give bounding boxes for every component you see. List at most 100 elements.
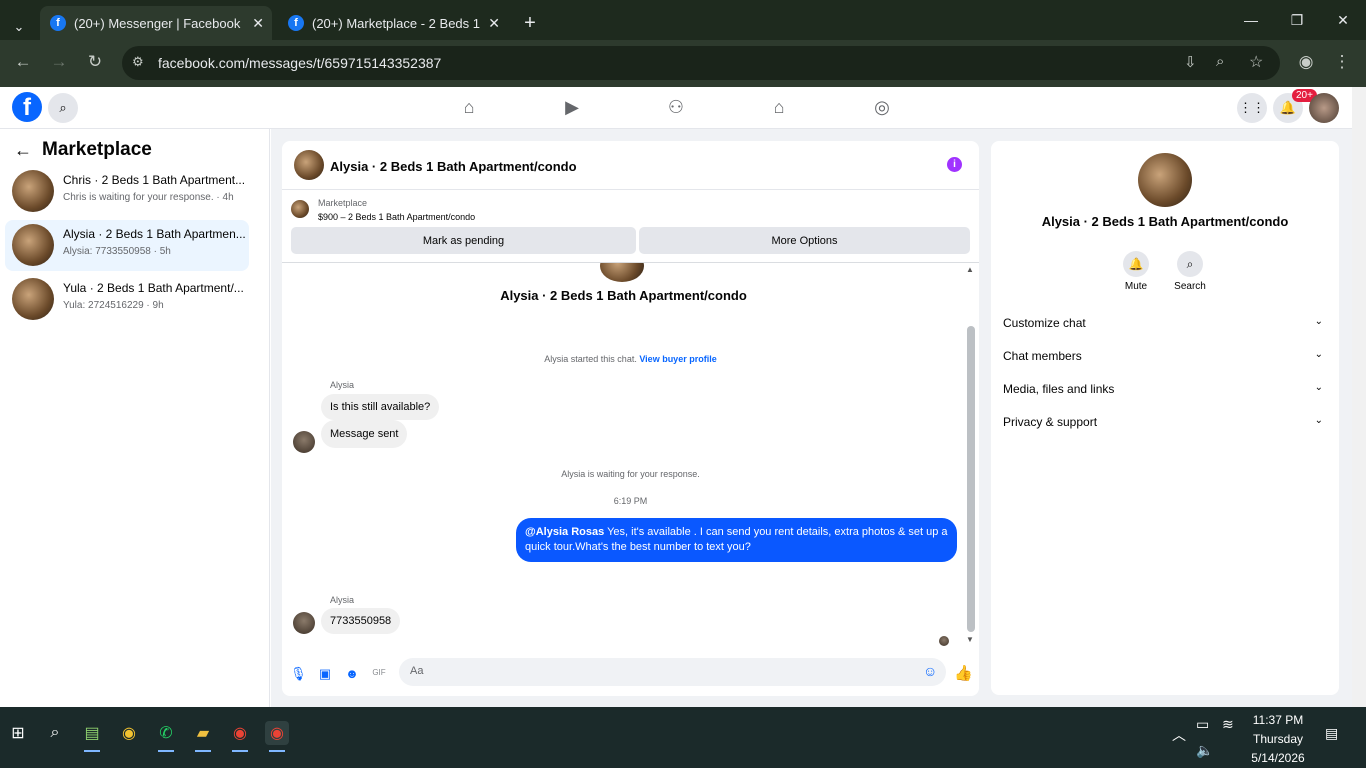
privacy-support-section[interactable]: Privacy & support ⌄ bbox=[1003, 415, 1327, 435]
conversation-title: Alysia · 2 Beds 1 Bath Apartmen... bbox=[63, 227, 246, 241]
search-label: Search bbox=[1174, 281, 1206, 292]
omnibox[interactable]: ⚙ facebook.com/messages/t/65971514335238… bbox=[122, 46, 1280, 80]
conversation-title: Chris · 2 Beds 1 Bath Apartment... bbox=[63, 173, 246, 187]
site-info-icon[interactable]: ⚙ bbox=[132, 54, 144, 70]
clock-date: 5/14/2026 bbox=[1251, 751, 1305, 765]
listing-thumbnail bbox=[600, 263, 644, 282]
chat-panel: Alysia · 2 Beds 1 Bath Apartment/condo i… bbox=[282, 141, 979, 696]
volume-icon[interactable]: 🔈 bbox=[1196, 742, 1213, 759]
conversation-item-selected[interactable]: Alysia · 2 Beds 1 Bath Apartmen... Alysi… bbox=[5, 220, 249, 271]
chat-title[interactable]: Alysia · 2 Beds 1 Bath Apartment/condo bbox=[330, 159, 577, 174]
battery-icon[interactable]: ▭ bbox=[1196, 716, 1209, 733]
back-icon[interactable]: ← bbox=[11, 52, 35, 72]
listing-thumbnail bbox=[1138, 153, 1192, 207]
conversation-item[interactable]: Yula · 2 Beds 1 Bath Apartment/... Yula:… bbox=[5, 274, 249, 325]
menu-grid-icon[interactable]: ⋮⋮ bbox=[1237, 93, 1267, 123]
more-options-button[interactable]: More Options bbox=[639, 227, 970, 254]
chevron-down-icon: ⌄ bbox=[1314, 316, 1323, 327]
chevron-down-icon: ⌄ bbox=[1314, 349, 1323, 360]
view-buyer-profile-link[interactable]: View buyer profile bbox=[639, 354, 716, 364]
sender-avatar[interactable] bbox=[293, 612, 315, 634]
url-text[interactable]: facebook.com/messages/t/659715143352387 bbox=[158, 55, 441, 71]
sticker-icon[interactable]: ☻ bbox=[344, 666, 360, 681]
friends-icon[interactable]: ⚇ bbox=[666, 97, 686, 117]
groups-icon[interactable]: ◎ bbox=[872, 97, 892, 117]
page-scrollbar[interactable] bbox=[1352, 87, 1366, 707]
restore-button[interactable]: ❐ bbox=[1274, 0, 1320, 40]
microphone-icon[interactable]: 🎙 bbox=[290, 666, 307, 682]
video-icon[interactable]: ▶ bbox=[562, 97, 582, 117]
zoom-icon[interactable]: ⌕ bbox=[1216, 53, 1224, 70]
profile-icon[interactable]: ◉ bbox=[1294, 52, 1318, 72]
info-icon[interactable]: i bbox=[947, 157, 962, 172]
taskbar-clock[interactable]: 11:37 PM Thursday 5/14/2026 bbox=[1228, 711, 1328, 768]
new-tab-button[interactable]: + bbox=[516, 6, 544, 40]
close-tab-icon[interactable]: ✕ bbox=[488, 15, 500, 32]
windows-start-icon[interactable]: ⊞ bbox=[6, 721, 30, 745]
whatsapp-icon[interactable]: ✆ bbox=[154, 721, 178, 752]
facebook-logo[interactable]: f bbox=[12, 92, 42, 122]
chat-started-text: Alysia started this chat. bbox=[544, 354, 637, 364]
outgoing-message[interactable]: @Alysia Rosas Yes, it's available . I ca… bbox=[516, 518, 957, 562]
windows-taskbar: ⊞ ⌕ ▤ ◉ ✆ ▰ ◉ ◉ ︿ ▭ ≋ 🔈 11:37 PM Thursda… bbox=[0, 707, 1366, 768]
scrollbar-thumb[interactable] bbox=[967, 326, 975, 632]
browser-menu-icon[interactable]: ⋮ bbox=[1330, 52, 1354, 72]
incoming-message[interactable]: 7733550958 bbox=[321, 608, 401, 634]
tab-title: (20+) Marketplace - 2 Beds 1 Ba bbox=[312, 15, 482, 31]
scroll-up-icon[interactable]: ▲ bbox=[966, 265, 974, 274]
reload-icon[interactable]: ↻ bbox=[83, 52, 107, 72]
scroll-down-icon[interactable]: ▼ bbox=[966, 635, 974, 644]
photo-icon[interactable]: ▣ bbox=[317, 666, 333, 682]
show-hidden-icons-icon[interactable]: ︿ bbox=[1172, 725, 1186, 745]
incoming-message[interactable]: Message sent bbox=[321, 420, 408, 448]
customize-chat-section[interactable]: Customize chat ⌄ bbox=[1003, 316, 1327, 336]
notepad-icon[interactable]: ▤ bbox=[80, 721, 104, 752]
forward-icon[interactable]: → bbox=[47, 52, 71, 72]
chrome-active-icon[interactable]: ◉ bbox=[265, 721, 289, 752]
chrome-icon[interactable]: ◉ bbox=[228, 721, 252, 752]
tab-search-dropdown-icon[interactable]: ⌄ bbox=[8, 10, 30, 44]
bookmark-star-icon[interactable]: ☆ bbox=[1249, 52, 1263, 72]
chat-header: Alysia · 2 Beds 1 Bath Apartment/condo i bbox=[282, 141, 979, 190]
sender-name: Alysia bbox=[330, 595, 355, 605]
marketplace-icon[interactable]: ⌂ bbox=[769, 97, 789, 117]
conversation-title: Yula · 2 Beds 1 Bath Apartment/... bbox=[63, 281, 244, 295]
emoji-icon[interactable]: ☺ bbox=[923, 663, 937, 679]
file-explorer-icon[interactable]: ▰ bbox=[191, 721, 215, 752]
conversation-subtitle: Yula: 2724516229 · 9h bbox=[63, 300, 164, 311]
tab-messenger[interactable]: f (20+) Messenger | Facebook ✕ bbox=[40, 6, 272, 40]
account-avatar[interactable] bbox=[1309, 93, 1339, 123]
chat-started-notice: Alysia started this chat. View buyer pro… bbox=[282, 354, 979, 364]
chat-members-section[interactable]: Chat members ⌄ bbox=[1003, 349, 1327, 369]
home-icon[interactable]: ⌂ bbox=[459, 97, 479, 117]
sender-avatar[interactable] bbox=[293, 431, 315, 453]
search-icon[interactable]: ⌕ bbox=[48, 93, 78, 123]
notification-center-icon[interactable]: ▤ bbox=[1325, 725, 1338, 742]
section-label: Privacy & support bbox=[1003, 415, 1098, 429]
back-arrow-icon[interactable]: ← bbox=[14, 140, 32, 161]
minimize-button[interactable]: — bbox=[1228, 0, 1274, 40]
listing-price-title[interactable]: $900 – 2 Beds 1 Bath Apartment/condo bbox=[318, 212, 475, 222]
like-thumb-icon[interactable]: 👍 bbox=[954, 664, 973, 682]
close-window-button[interactable]: ✕ bbox=[1320, 0, 1366, 40]
clock-day: Thursday bbox=[1252, 732, 1304, 746]
message-scrollbar[interactable]: ▲ ▼ bbox=[965, 265, 977, 644]
search-icon[interactable]: ⌕ bbox=[43, 721, 67, 745]
gif-icon[interactable]: GIF bbox=[371, 668, 387, 677]
mark-as-pending-button[interactable]: Mark as pending bbox=[291, 227, 636, 254]
tab-marketplace[interactable]: f (20+) Marketplace - 2 Beds 1 Ba ✕ bbox=[278, 6, 508, 40]
media-files-links-section[interactable]: Media, files and links ⌄ bbox=[1003, 382, 1327, 402]
incoming-message[interactable]: Is this still available? bbox=[321, 394, 440, 420]
message-input-placeholder: Aa bbox=[410, 665, 424, 677]
install-app-icon[interactable]: ⇩ bbox=[1184, 53, 1197, 71]
chrome-icon[interactable]: ◉ bbox=[117, 721, 141, 745]
sender-name: Alysia bbox=[330, 380, 355, 390]
chevron-down-icon: ⌄ bbox=[1314, 415, 1323, 426]
conversation-item[interactable]: Chris · 2 Beds 1 Bath Apartment... Chris… bbox=[5, 166, 249, 217]
close-tab-icon[interactable]: ✕ bbox=[252, 15, 264, 32]
mute-bell-icon[interactable]: 🔔 bbox=[1123, 251, 1149, 277]
section-label: Customize chat bbox=[1003, 316, 1086, 330]
message-input[interactable]: Aa ☺ bbox=[399, 658, 946, 686]
mention-name: @Alysia Rosas bbox=[525, 526, 605, 538]
search-icon[interactable]: ⌕ bbox=[1177, 251, 1203, 277]
